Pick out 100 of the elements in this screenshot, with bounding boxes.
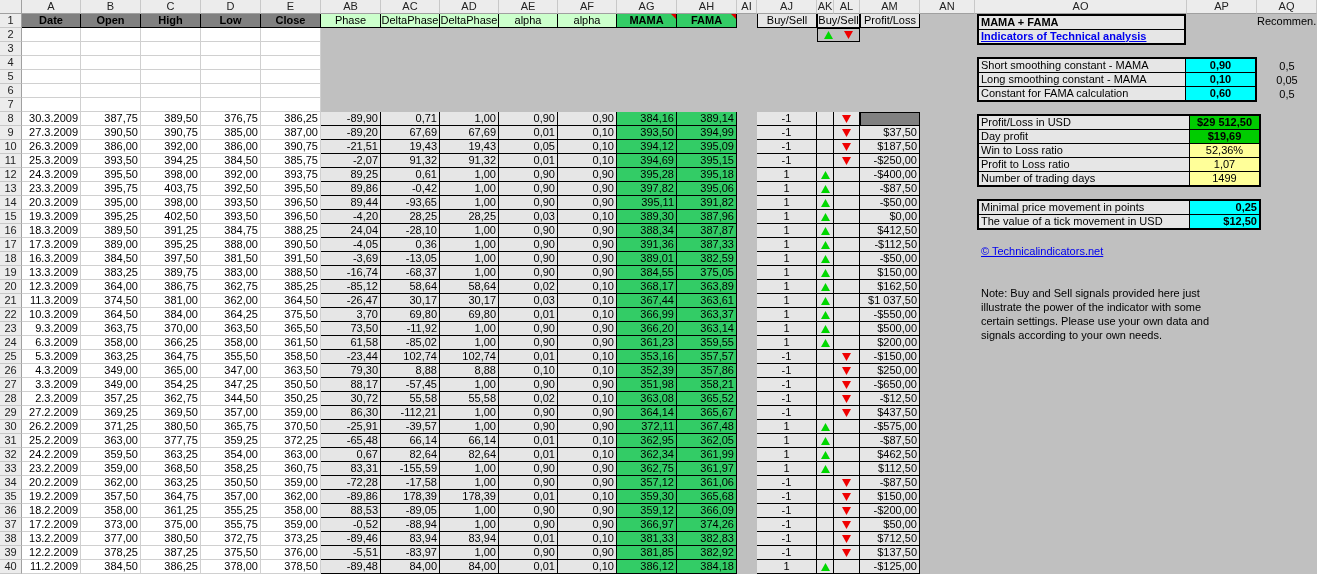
row-header[interactable]: 23 xyxy=(0,322,22,336)
row-header[interactable]: 35 xyxy=(0,490,22,504)
table-cell: 359,55 xyxy=(677,336,737,350)
table-cell: $437,50 xyxy=(860,406,920,420)
parameter-field[interactable]: 0,60 xyxy=(1185,87,1255,100)
table-cell: 384,00 xyxy=(141,308,201,322)
row-header[interactable]: 26 xyxy=(0,364,22,378)
table-cell: 0,10 xyxy=(558,490,617,504)
table-cell: -23,44 xyxy=(321,350,381,364)
table-cell: 374,26 xyxy=(677,518,737,532)
table-cell: -57,45 xyxy=(381,378,440,392)
table-cell: 365,75 xyxy=(201,420,261,434)
row-header[interactable]: 25 xyxy=(0,350,22,364)
column-header[interactable]: AI xyxy=(737,0,757,14)
table-cell: 386,12 xyxy=(617,560,677,574)
row-header[interactable]: 34 xyxy=(0,476,22,490)
column-header[interactable]: AQ xyxy=(1257,0,1317,14)
table-cell: 1,00 xyxy=(440,406,499,420)
row-header[interactable]: 29 xyxy=(0,406,22,420)
column-header[interactable]: AP xyxy=(1187,0,1257,14)
row-header[interactable]: 13 xyxy=(0,182,22,196)
row-header[interactable]: 36 xyxy=(0,504,22,518)
row-header[interactable]: 9 xyxy=(0,126,22,140)
table-cell: $1 037,50 xyxy=(860,294,920,308)
table-cell: 396,50 xyxy=(261,196,321,210)
table-cell: 3.3.2009 xyxy=(22,378,81,392)
row-header[interactable]: 24 xyxy=(0,336,22,350)
row-header[interactable]: 8 xyxy=(0,112,22,126)
row-header[interactable]: 27 xyxy=(0,378,22,392)
row-header[interactable]: 22 xyxy=(0,308,22,322)
header-cell: alpha xyxy=(558,14,617,28)
table-cell: 1,00 xyxy=(440,504,499,518)
table-cell: 385,25 xyxy=(261,280,321,294)
table-cell: 385,00 xyxy=(201,126,261,140)
setting-label: Minimal price movement in points xyxy=(980,201,1146,214)
row-header[interactable]: 37 xyxy=(0,518,22,532)
table-cell: 365,52 xyxy=(677,392,737,406)
row-header[interactable]: 4 xyxy=(0,56,22,70)
table-cell: 30,72 xyxy=(321,392,381,406)
table-cell: 0,90 xyxy=(558,112,617,126)
row-header[interactable]: 3 xyxy=(0,42,22,56)
table-cell: 3,70 xyxy=(321,308,381,322)
row-header[interactable]: 1 xyxy=(0,14,22,28)
row-header[interactable]: 17 xyxy=(0,238,22,252)
row-header[interactable]: 15 xyxy=(0,210,22,224)
table-cell: 365,67 xyxy=(677,406,737,420)
row-header[interactable]: 21 xyxy=(0,294,22,308)
result-label: Win to Loss ratio xyxy=(980,144,1064,157)
row-header[interactable]: 28 xyxy=(0,392,22,406)
row-header[interactable]: 10 xyxy=(0,140,22,154)
row-header[interactable]: 2 xyxy=(0,28,22,42)
setting-field[interactable]: 0,25 xyxy=(1189,201,1259,214)
row-header[interactable]: 31 xyxy=(0,434,22,448)
table-cell: 363,25 xyxy=(141,476,201,490)
row-header[interactable]: 12 xyxy=(0,168,22,182)
row-header[interactable]: 19 xyxy=(0,266,22,280)
table-cell: 19.3.2009 xyxy=(22,210,81,224)
row-header[interactable]: 11 xyxy=(0,154,22,168)
row-header[interactable]: 33 xyxy=(0,462,22,476)
row-header[interactable]: 5 xyxy=(0,70,22,84)
row-header[interactable]: 6 xyxy=(0,84,22,98)
row-header[interactable]: 40 xyxy=(0,560,22,574)
sheet-title: MAMA + FAMA xyxy=(979,16,1185,30)
row-header[interactable]: 39 xyxy=(0,546,22,560)
row-header[interactable]: 18 xyxy=(0,252,22,266)
table-cell: 397,82 xyxy=(617,182,677,196)
table-cell: 1 xyxy=(757,322,817,336)
table-cell: 0,90 xyxy=(499,518,558,532)
row-header[interactable]: 14 xyxy=(0,196,22,210)
row-header[interactable]: 7 xyxy=(0,98,22,112)
table-cell: -2,07 xyxy=(321,154,381,168)
table-cell: 393,50 xyxy=(81,154,141,168)
recommended-value: 0,05 xyxy=(1275,73,1299,87)
parameter-field[interactable]: 0,10 xyxy=(1185,73,1255,86)
indicators-link[interactable]: Indicators of Technical analysis xyxy=(981,30,1147,42)
website-link[interactable]: © Technicalindicators.net xyxy=(981,245,1104,257)
setting-field[interactable]: $12,50 xyxy=(1189,215,1259,228)
table-cell: 357,50 xyxy=(81,490,141,504)
header-cell: alpha xyxy=(499,14,558,28)
parameter-field[interactable]: 0,90 xyxy=(1185,59,1255,72)
row-header[interactable]: 32 xyxy=(0,448,22,462)
table-cell: 382,59 xyxy=(677,252,737,266)
up-arrow-icon xyxy=(820,562,830,571)
table-cell: -11,92 xyxy=(381,322,440,336)
column-header[interactable]: AN xyxy=(920,0,975,14)
row-header[interactable]: 16 xyxy=(0,224,22,238)
row-header[interactable]: 38 xyxy=(0,532,22,546)
table-cell: -$87,50 xyxy=(860,434,920,448)
header-cell: High xyxy=(141,14,201,28)
table-cell: 69,80 xyxy=(440,308,499,322)
table-cell: 1,00 xyxy=(440,336,499,350)
row-header[interactable]: 20 xyxy=(0,280,22,294)
table-cell: 0,90 xyxy=(499,252,558,266)
select-all-button[interactable] xyxy=(0,0,22,14)
table-cell: 1,00 xyxy=(440,266,499,280)
row-header[interactable]: 30 xyxy=(0,420,22,434)
table-cell: 86,30 xyxy=(321,406,381,420)
up-arrow-icon xyxy=(823,31,833,39)
table-cell: 351,98 xyxy=(617,378,677,392)
table-cell: 362,95 xyxy=(617,434,677,448)
